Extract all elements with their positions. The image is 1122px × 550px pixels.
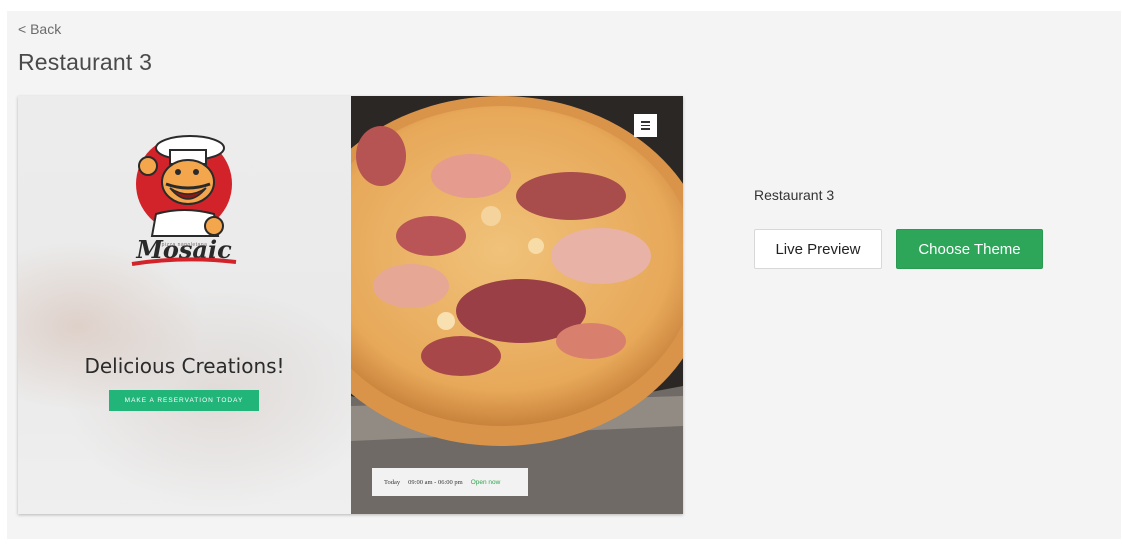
open-status: Open now (470, 478, 501, 486)
chef-mascot-icon: Mosaic (131, 135, 237, 266)
pizza-photo (291, 96, 683, 514)
theme-detail-panel: < Back Restaurant 3 Mosaic pizza napolet… (7, 11, 1121, 539)
opening-hours-bar: Today 09:00 am - 06:00 pm Open now (372, 468, 528, 496)
theme-preview-image: Mosaic pizza napoletana Delicious Creati… (18, 96, 683, 514)
back-link[interactable]: < Back (18, 21, 61, 37)
hero-heading: Delicious Creations! (84, 354, 285, 378)
page-title: Restaurant 3 (18, 49, 153, 75)
theme-name: Restaurant 3 (754, 187, 835, 203)
brand-tagline: pizza napoletana (161, 242, 208, 248)
choose-theme-button[interactable]: Choose Theme (896, 229, 1043, 269)
hours-day: Today (384, 478, 401, 486)
pizza-illustration (291, 96, 683, 514)
reservation-button[interactable]: MAKE A RESERVATION TODAY (109, 390, 259, 411)
hours-time: 09:00 am - 06:00 pm (408, 478, 463, 486)
hamburger-menu-icon[interactable] (634, 114, 657, 137)
live-preview-button[interactable]: Live Preview (754, 229, 882, 269)
mosaic-logo: Mosaic (126, 126, 242, 276)
